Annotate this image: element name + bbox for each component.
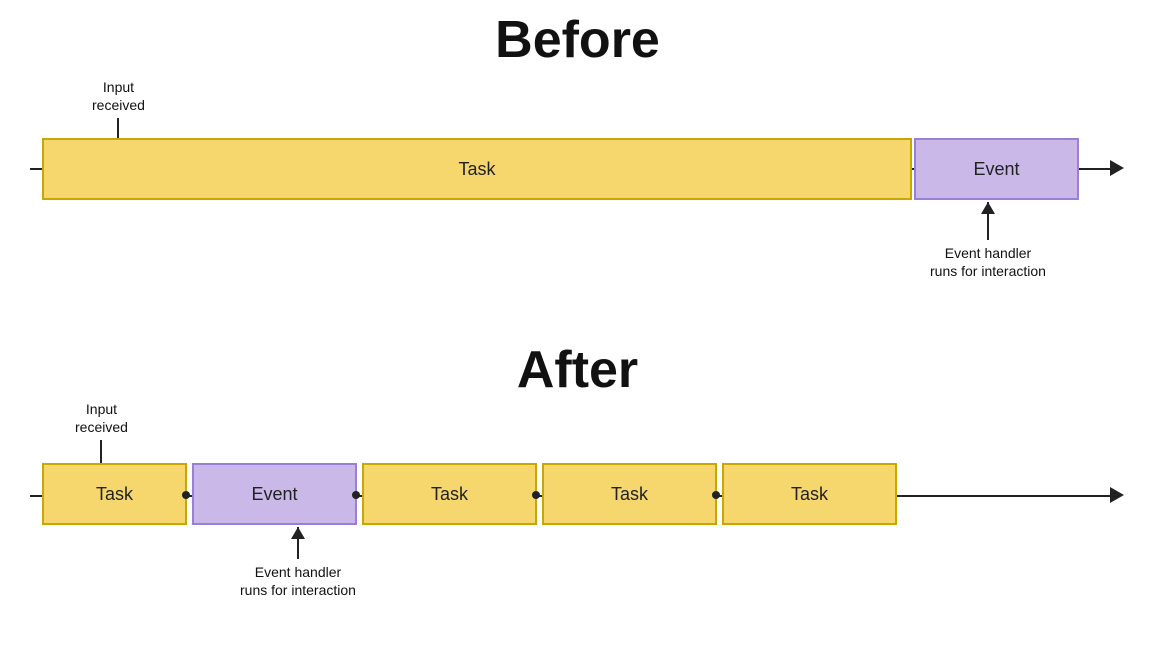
before-event-label: Event (973, 159, 1019, 180)
after-event-box: Event (192, 463, 357, 525)
before-event-annotation: Event handler runs for interaction (930, 202, 1046, 284)
after-task4-label: Task (791, 484, 828, 505)
after-title: After (517, 340, 638, 400)
before-event-text: Event handler runs for interaction (930, 244, 1046, 280)
after-event-text: Event handler runs for interaction (240, 563, 356, 599)
after-event-label: Event (251, 484, 297, 505)
before-input-text: Input received (92, 78, 145, 114)
after-event-annotation: Event handler runs for interaction (240, 527, 356, 603)
after-task1-box: Task (42, 463, 187, 525)
before-event-box: Event (914, 138, 1079, 200)
after-connector3 (532, 491, 540, 499)
diagram-container: Before Input received Task Event Event h… (0, 0, 1155, 647)
after-connector2 (352, 491, 360, 499)
before-task-box: Task (42, 138, 912, 200)
after-task1-label: Task (96, 484, 133, 505)
after-input-text: Input received (75, 400, 128, 436)
after-task3-box: Task (542, 463, 717, 525)
before-event-arrow (987, 202, 989, 240)
before-task-label: Task (458, 159, 495, 180)
after-connector1 (182, 491, 190, 499)
before-arrow-right (1110, 160, 1124, 176)
after-connector4 (712, 491, 720, 499)
before-title: Before (495, 10, 660, 70)
after-task3-label: Task (611, 484, 648, 505)
after-task4-box: Task (722, 463, 897, 525)
after-event-arrow (297, 527, 299, 559)
after-arrow-right (1110, 487, 1124, 503)
after-task2-box: Task (362, 463, 537, 525)
after-task2-label: Task (431, 484, 468, 505)
